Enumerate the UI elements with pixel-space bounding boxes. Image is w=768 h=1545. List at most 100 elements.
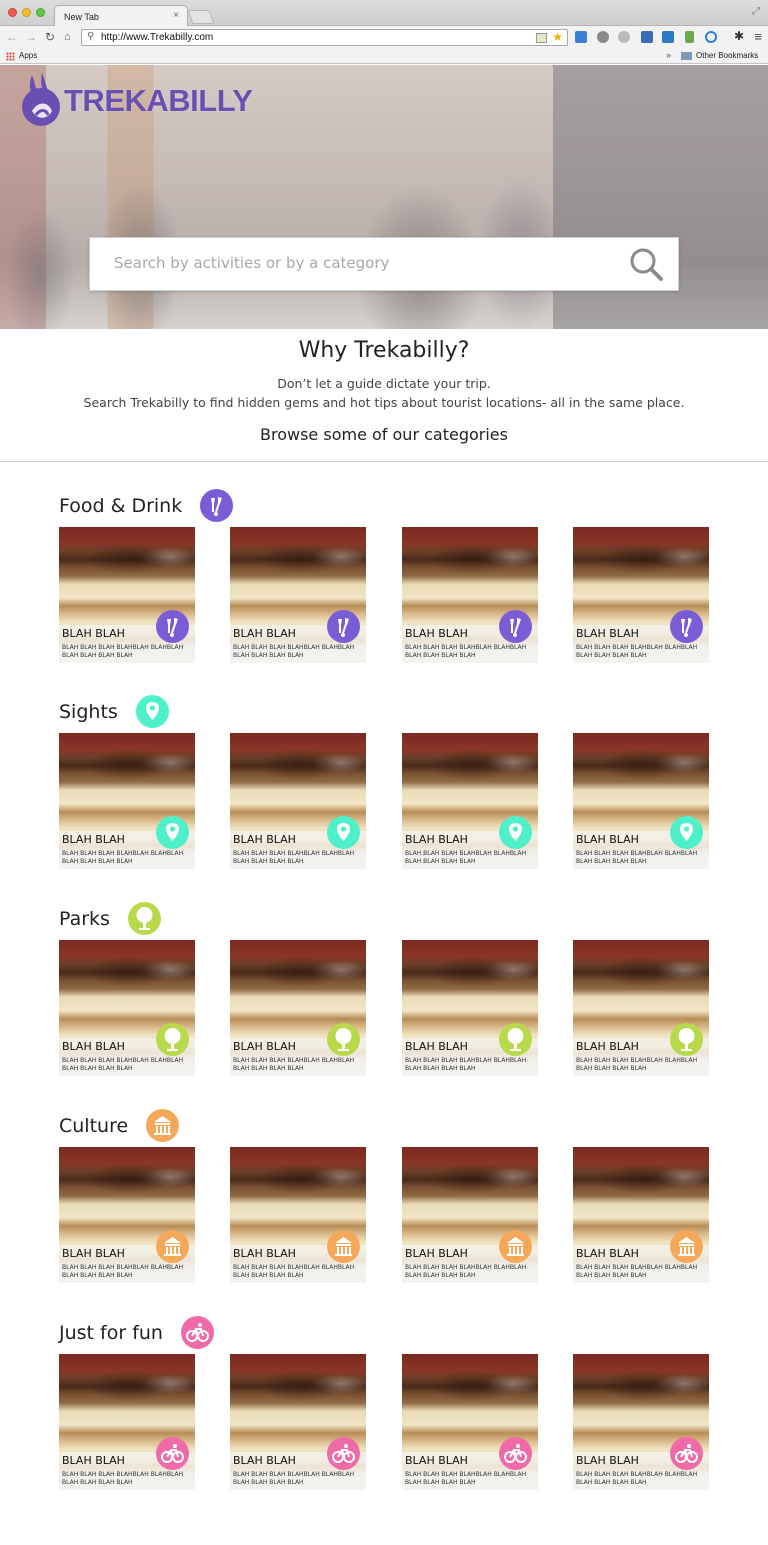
address-url[interactable]: http://www.Trekabilly.com [101, 32, 213, 43]
settings-gear-icon[interactable]: ✱ [734, 29, 744, 43]
search-box[interactable] [89, 237, 679, 291]
card-description: BLAH BLAH BLAH BLAHBLAH BLAHBLAH BLAH BL… [405, 850, 527, 865]
card-description: BLAH BLAH BLAH BLAHBLAH BLAHBLAH BLAH BL… [576, 644, 698, 659]
category-title[interactable]: Food & Drink [59, 495, 182, 517]
category-title[interactable]: Culture [59, 1115, 128, 1137]
window-zoom-button[interactable] [36, 8, 45, 17]
extension-ring-icon[interactable] [705, 31, 717, 43]
museum-icon [670, 1230, 703, 1263]
food-drink-icon [327, 610, 360, 643]
extension-link-icon[interactable] [575, 31, 587, 43]
category-card[interactable]: BLAH BLAH BLAH BLAH BLAH BLAHBLAH BLAHBLA… [573, 1147, 709, 1283]
tab-close-icon[interactable]: × [173, 10, 179, 21]
category-card[interactable]: BLAH BLAH BLAH BLAH BLAH BLAHBLAH BLAHBLA… [230, 527, 366, 663]
browser-toolbar: ← → ↻ ⌂ ⚲ http://www.Trekabilly.com ★ ✱ … [0, 26, 768, 48]
category-title[interactable]: Just for fun [59, 1322, 163, 1344]
hero-banner: TREKABILLY [0, 65, 768, 329]
extension-stats-icon[interactable] [685, 31, 694, 43]
category-card[interactable]: BLAH BLAH BLAH BLAH BLAH BLAHBLAH BLAHBLA… [59, 940, 195, 1076]
other-bookmarks[interactable]: Other Bookmarks [696, 51, 758, 60]
back-arrow-icon[interactable]: ← [6, 30, 18, 44]
search-input[interactable] [114, 254, 614, 272]
reload-icon[interactable]: ↻ [45, 30, 55, 44]
folder-icon [681, 52, 692, 60]
browser-tab-bar: New Tab × ⤢ [0, 0, 768, 27]
apps-bookmark[interactable]: Apps [19, 51, 37, 60]
address-bar[interactable]: ⚲ http://www.Trekabilly.com ★ [81, 29, 568, 46]
card-title: BLAH BLAH [62, 1454, 125, 1467]
category-card[interactable]: BLAH BLAH BLAH BLAH BLAH BLAHBLAH BLAHBLA… [230, 1354, 366, 1490]
museum-icon [156, 1230, 189, 1263]
card-title: BLAH BLAH [405, 1247, 468, 1260]
rabbit-logo-icon[interactable] [18, 71, 64, 131]
sights-pin-icon [156, 816, 189, 849]
card-description: BLAH BLAH BLAH BLAHBLAH BLAHBLAH BLAH BL… [576, 850, 698, 865]
category-card[interactable]: BLAH BLAH BLAH BLAH BLAH BLAHBLAH BLAHBLA… [230, 940, 366, 1076]
bicycle-icon[interactable] [180, 1316, 214, 1349]
category-card[interactable]: BLAH BLAH BLAH BLAH BLAH BLAHBLAH BLAHBLA… [402, 1354, 538, 1490]
category-card[interactable]: BLAH BLAH BLAH BLAH BLAH BLAHBLAH BLAHBLA… [402, 733, 538, 869]
tree-icon [156, 1023, 189, 1056]
card-description: BLAH BLAH BLAH BLAHBLAH BLAHBLAH BLAH BL… [62, 850, 184, 865]
browser-menu-icon[interactable]: ≡ [754, 29, 762, 44]
new-tab-button[interactable] [187, 10, 215, 24]
tab-title: New Tab [64, 12, 99, 22]
forward-arrow-icon[interactable]: → [25, 30, 37, 44]
card-title: BLAH BLAH [405, 1454, 468, 1467]
window-minimize-button[interactable] [22, 8, 31, 17]
category-card[interactable]: BLAH BLAH BLAH BLAH BLAH BLAHBLAH BLAHBLA… [230, 1147, 366, 1283]
card-description: BLAH BLAH BLAH BLAHBLAH BLAHBLAH BLAH BL… [233, 1264, 355, 1279]
browser-tab[interactable]: New Tab × [54, 5, 188, 27]
extension-lock-icon[interactable] [641, 31, 653, 43]
sights-pin-icon [670, 816, 703, 849]
bicycle-icon [670, 1437, 703, 1470]
tree-icon[interactable] [127, 902, 161, 935]
card-title: BLAH BLAH [233, 1040, 296, 1053]
extension-puzzle-icon[interactable] [597, 31, 609, 43]
rss-icon[interactable] [536, 33, 547, 43]
extension-gear-icon[interactable] [618, 31, 630, 43]
card-description: BLAH BLAH BLAH BLAHBLAH BLAHBLAH BLAH BL… [576, 1264, 698, 1279]
card-description: BLAH BLAH BLAH BLAHBLAH BLAHBLAH BLAH BL… [405, 644, 527, 659]
card-description: BLAH BLAH BLAH BLAHBLAH BLAHBLAH BLAH BL… [62, 1057, 184, 1072]
card-title: BLAH BLAH [62, 833, 125, 846]
category-title[interactable]: Sights [59, 701, 118, 723]
card-title: BLAH BLAH [233, 627, 296, 640]
category-card[interactable]: BLAH BLAH BLAH BLAH BLAH BLAHBLAH BLAHBLA… [573, 527, 709, 663]
category-card[interactable]: BLAH BLAH BLAH BLAH BLAH BLAHBLAH BLAHBLA… [59, 733, 195, 869]
category-card[interactable]: BLAH BLAH BLAH BLAH BLAH BLAHBLAH BLAHBLA… [573, 733, 709, 869]
museum-icon[interactable] [146, 1109, 180, 1142]
card-description: BLAH BLAH BLAH BLAHBLAH BLAHBLAH BLAH BL… [62, 644, 184, 659]
category-card[interactable]: BLAH BLAH BLAH BLAH BLAH BLAHBLAH BLAHBLA… [59, 1354, 195, 1490]
category-card[interactable]: BLAH BLAH BLAH BLAH BLAH BLAHBLAH BLAHBLA… [402, 527, 538, 663]
bookmark-star-icon[interactable]: ★ [552, 30, 563, 44]
category-card[interactable]: BLAH BLAH BLAH BLAH BLAH BLAHBLAH BLAHBLA… [402, 940, 538, 1076]
apps-grid-icon[interactable] [6, 52, 15, 61]
card-title: BLAH BLAH [62, 627, 125, 640]
bicycle-icon [156, 1437, 189, 1470]
card-description: BLAH BLAH BLAH BLAHBLAH BLAHBLAH BLAH BL… [405, 1057, 527, 1072]
bookmarks-overflow-chevron[interactable]: » [666, 50, 671, 60]
window-close-button[interactable] [8, 8, 17, 17]
category-card[interactable]: BLAH BLAH BLAH BLAH BLAH BLAHBLAH BLAHBLA… [573, 940, 709, 1076]
extension-shirt-icon[interactable] [662, 31, 674, 43]
category-title[interactable]: Parks [59, 908, 110, 930]
food-drink-icon [156, 610, 189, 643]
sights-pin-icon[interactable] [135, 695, 169, 728]
card-title: BLAH BLAH [405, 833, 468, 846]
category-card[interactable]: BLAH BLAH BLAH BLAH BLAH BLAHBLAH BLAHBLA… [573, 1354, 709, 1490]
brand-logo-text[interactable]: TREKABILLY [64, 83, 253, 119]
fullscreen-icon[interactable]: ⤢ [752, 6, 760, 17]
card-title: BLAH BLAH [233, 1454, 296, 1467]
bookmarks-bar: Apps » Other Bookmarks [0, 48, 768, 64]
category-card[interactable]: BLAH BLAH BLAH BLAH BLAH BLAHBLAH BLAHBLA… [59, 1147, 195, 1283]
category-card[interactable]: BLAH BLAH BLAH BLAH BLAH BLAHBLAH BLAHBLA… [402, 1147, 538, 1283]
card-title: BLAH BLAH [576, 1247, 639, 1260]
card-description: BLAH BLAH BLAH BLAHBLAH BLAHBLAH BLAH BL… [233, 644, 355, 659]
food-drink-icon[interactable] [200, 489, 234, 522]
bicycle-icon [327, 1437, 360, 1470]
home-icon[interactable]: ⌂ [64, 30, 71, 44]
category-card[interactable]: BLAH BLAH BLAH BLAH BLAH BLAHBLAH BLAHBLA… [230, 733, 366, 869]
search-icon[interactable] [628, 246, 664, 282]
category-card[interactable]: BLAH BLAH BLAH BLAH BLAH BLAHBLAH BLAHBLA… [59, 527, 195, 663]
